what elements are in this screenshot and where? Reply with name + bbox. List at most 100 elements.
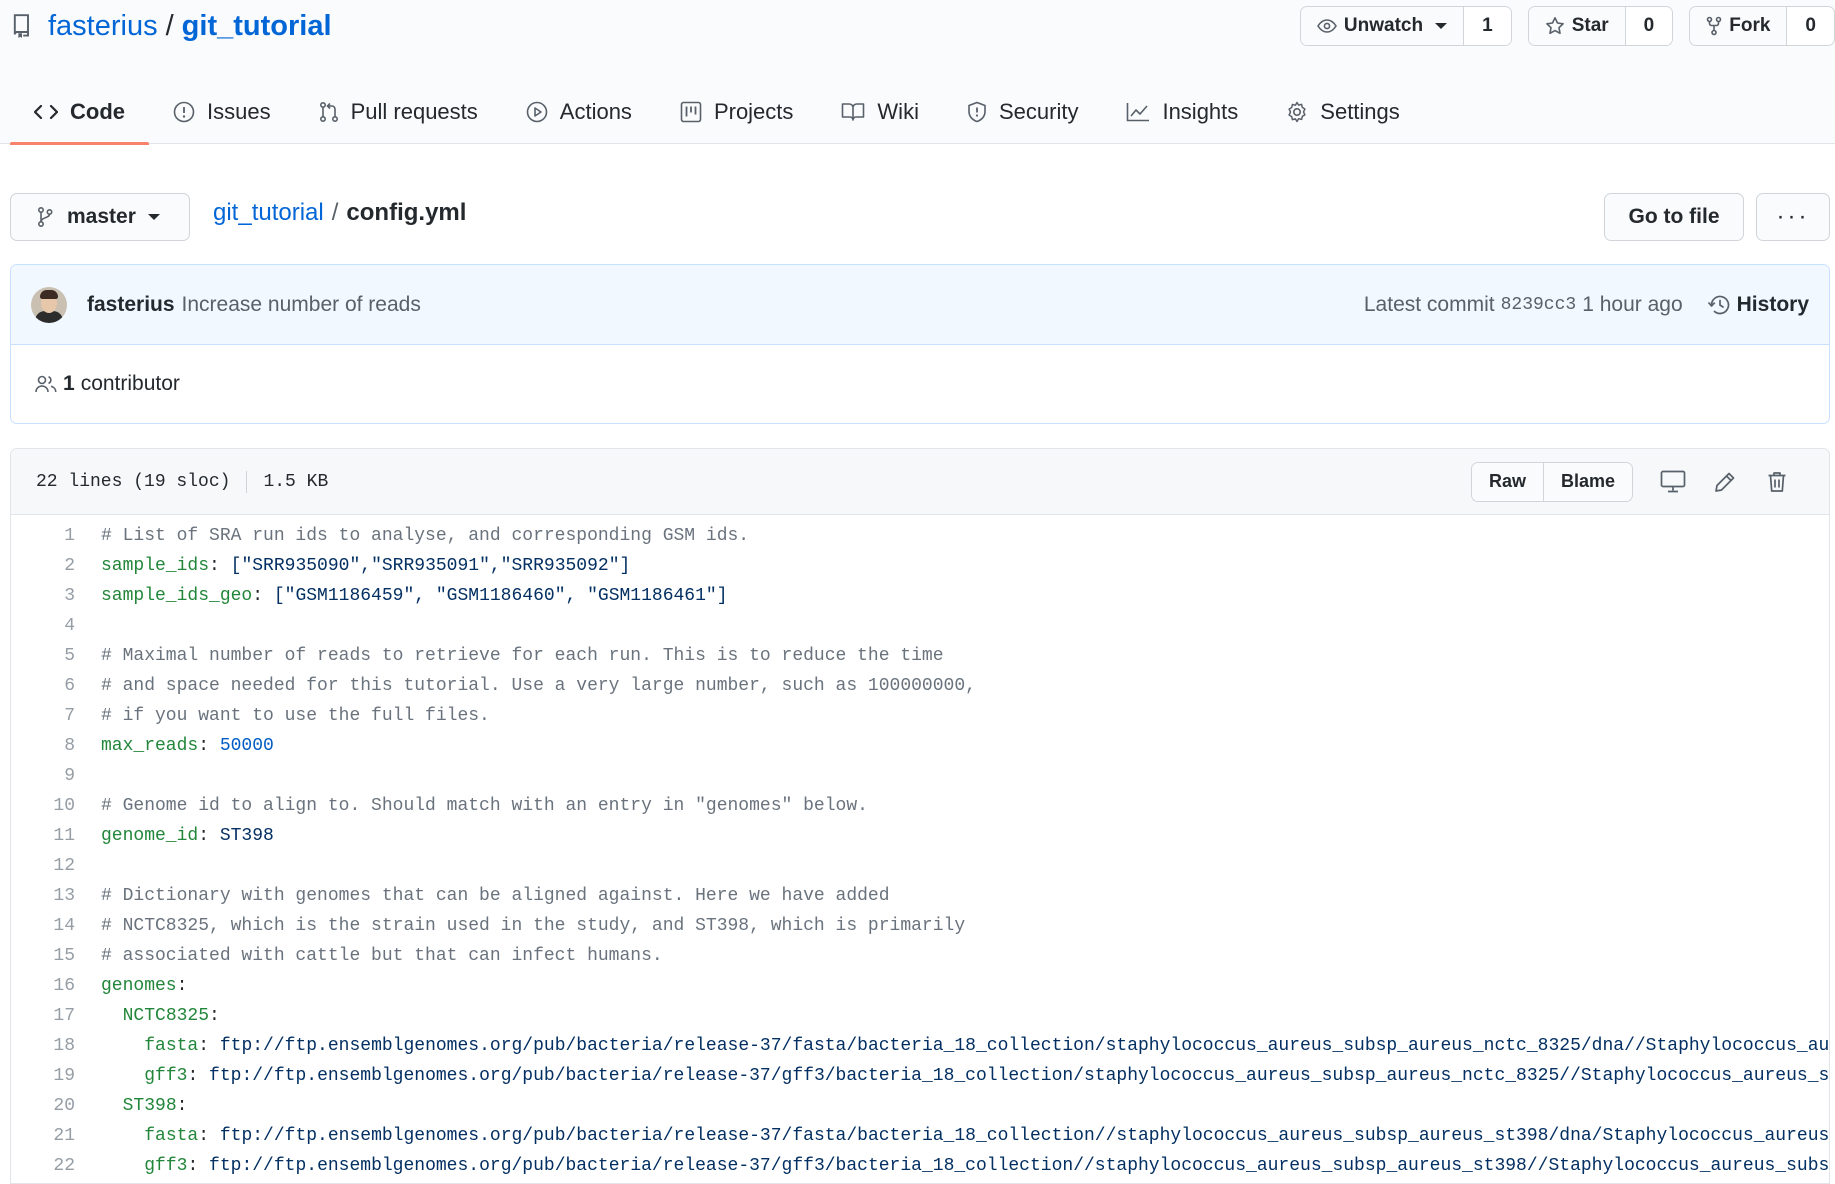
fork-label: Fork [1729,15,1771,36]
tab-projects[interactable]: Projects [656,80,817,144]
history-link[interactable]: History [1707,293,1809,317]
fork-group: Fork 0 [1689,6,1835,46]
contributors-row[interactable]: 1 contributor [11,345,1829,423]
project-icon [680,101,702,123]
line-number[interactable]: 1 [11,526,75,546]
go-to-file-button[interactable]: Go to file [1604,193,1744,241]
line-content: sample_ids_geo: ["GSM1186459", "GSM11864… [101,586,728,606]
pull-request-icon [319,101,338,123]
line-content: ST398: [122,1096,188,1116]
commit-sha-link[interactable]: 8239cc3 [1501,295,1577,315]
commit-author-link[interactable]: fasterius [87,293,175,317]
commit-time: 1 hour ago [1582,292,1683,316]
line-number[interactable]: 18 [11,1036,75,1056]
code-line: 2 sample_ids: ["SRR935090","SRR935091","S… [11,551,1829,581]
forks-count[interactable]: 0 [1787,7,1834,45]
code-line: 10 # Genome id to align to. Should match … [11,791,1829,821]
code-line: 16 genomes: [11,971,1829,1001]
line-number[interactable]: 9 [11,766,75,786]
unwatch-button[interactable]: Unwatch [1300,7,1465,45]
line-number[interactable]: 22 [11,1156,75,1176]
line-number[interactable]: 7 [11,706,75,726]
contributors-label: contributor [80,372,180,395]
line-number[interactable]: 12 [11,856,75,876]
breadcrumb-repo-link[interactable]: git_tutorial [213,199,324,227]
edit-file-button[interactable] [1699,462,1751,502]
line-number[interactable]: 6 [11,676,75,696]
branch-select-button[interactable]: master [10,193,190,241]
watchers-count[interactable]: 1 [1464,7,1511,45]
tab-label: Security [998,99,1079,124]
file-actions: Raw Blame [1470,461,1829,502]
pencil-icon [1715,472,1735,492]
commit-bar: fasterius Increase number of reads Lates… [11,265,1829,345]
line-number[interactable]: 13 [11,886,75,906]
line-number[interactable]: 20 [11,1096,75,1116]
tab-wiki[interactable]: Wiki [817,80,943,144]
tab-label: Settings [1320,99,1400,124]
star-group: Star 0 [1527,6,1674,46]
line-content: # and space needed for this tutorial. Us… [101,676,976,696]
commit-message-link[interactable]: Increase number of reads [182,293,421,317]
line-number[interactable]: 16 [11,976,75,996]
line-content: gff3: ftp://ftp.ensemblgenomes.org/pub/b… [144,1156,1830,1176]
file-line-count: 22 lines (19 sloc) [36,471,231,492]
code-line: 21 fasta: ftp://ftp.ensemblgenomes.org/p… [11,1121,1829,1151]
eye-icon [1316,19,1337,33]
repo-actions: Unwatch 1 Star 0 Fork 0 [1284,6,1835,46]
line-content: sample_ids: ["SRR935090","SRR935091","SR… [101,556,631,576]
code-line: 15 # associated with cattle but that can … [11,941,1829,971]
code-listing: 1 # List of SRA run ids to analyse, and c… [11,515,1829,1181]
more-options-button[interactable]: ··· [1756,193,1830,241]
line-content: # Maximal number of reads to retrieve fo… [101,646,944,666]
tab-code[interactable]: Code [10,80,149,145]
contributors-count: 1 [63,372,75,395]
line-content: genomes: [101,976,188,996]
tab-security[interactable]: Security [943,80,1102,144]
open-desktop-button[interactable] [1647,462,1699,502]
line-number[interactable]: 2 [11,556,75,576]
line-number[interactable]: 3 [11,586,75,606]
shield-icon [968,101,986,123]
repo-owner-link[interactable]: fasterius [48,10,158,43]
code-line: 4 [11,611,1829,641]
play-icon [526,101,548,123]
line-number[interactable]: 17 [11,1006,75,1026]
raw-blame-group: Raw Blame [1470,461,1633,502]
line-content: max_reads: 50000 [101,736,274,756]
line-number[interactable]: 11 [11,826,75,846]
tab-insights[interactable]: Insights [1102,80,1262,144]
tab-pull-requests[interactable]: Pull requests [295,80,502,144]
stars-count[interactable]: 0 [1625,7,1673,45]
avatar[interactable] [31,286,67,323]
delete-file-button[interactable] [1751,462,1803,502]
tab-actions[interactable]: Actions [502,80,656,144]
code-line: 17 NCTC8325: [11,1001,1829,1031]
line-number[interactable]: 19 [11,1066,75,1086]
code-line: 12 [11,851,1829,881]
line-number[interactable]: 10 [11,796,75,816]
code-line: 3 sample_ids_geo: ["GSM1186459", "GSM1186… [11,581,1829,611]
tab-issues[interactable]: Issues [149,80,295,144]
line-number[interactable]: 14 [11,916,75,936]
tab-settings[interactable]: Settings [1262,80,1424,144]
line-number[interactable]: 15 [11,946,75,966]
code-line: 19 gff3: ftp://ftp.ensemblgenomes.org/pu… [11,1061,1829,1091]
trash-icon [1768,471,1786,492]
line-number[interactable]: 21 [11,1126,75,1146]
line-content: gff3: ftp://ftp.ensemblgenomes.org/pub/b… [144,1066,1830,1086]
commit-meta: Latest commit 8239cc3 1 hour ago History [1364,293,1809,317]
line-number[interactable]: 4 [11,616,75,636]
repo-title: fasterius / git_tutorial [12,8,332,44]
raw-button[interactable]: Raw [1471,462,1543,501]
star-button[interactable]: Star [1528,7,1626,45]
star-label: Star [1571,15,1609,36]
latest-commit-label: Latest commit [1363,292,1495,316]
blame-button[interactable]: Blame [1542,462,1632,501]
line-content: # associated with cattle but that can in… [101,946,663,966]
line-number[interactable]: 5 [11,646,75,666]
fork-button[interactable]: Fork [1690,7,1788,45]
branch-name: master [67,205,136,228]
repo-name-link[interactable]: git_tutorial [182,10,332,43]
line-number[interactable]: 8 [11,736,75,756]
